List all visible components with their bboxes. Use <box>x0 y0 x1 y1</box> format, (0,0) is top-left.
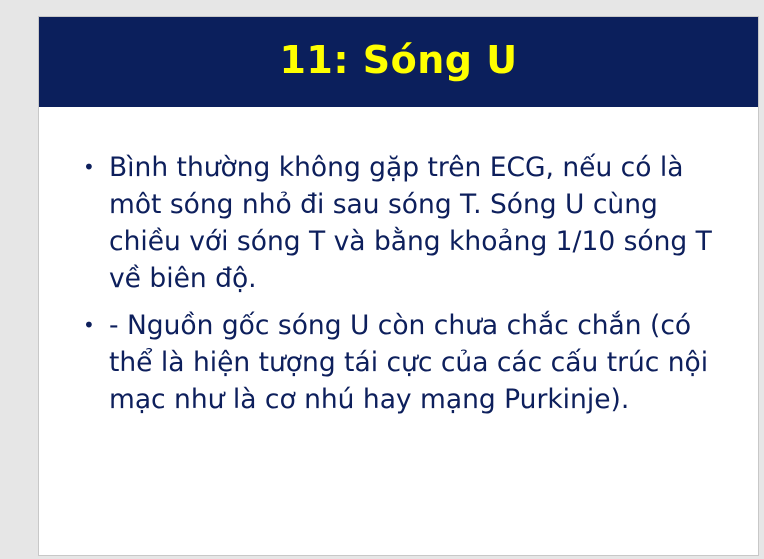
presentation-viewport: 11: Sóng U • Bình thường không gặp trên … <box>0 0 764 559</box>
slide-title-bar: 11: Sóng U <box>39 17 758 107</box>
bullet-icon: • <box>83 313 95 337</box>
bullet-item: • Bình thường không gặp trên ECG, nếu có… <box>81 149 721 297</box>
bullet-text: Bình thường không gặp trên ECG, nếu có l… <box>109 152 712 294</box>
slide[interactable]: 11: Sóng U • Bình thường không gặp trên … <box>38 16 759 556</box>
slide-title[interactable]: 11: Sóng U <box>279 38 517 82</box>
bullet-icon: • <box>83 155 95 179</box>
bullet-item: • - Nguồn gốc sóng U còn chưa chắc chắn … <box>81 307 721 418</box>
bullet-text: - Nguồn gốc sóng U còn chưa chắc chắn (c… <box>109 310 709 415</box>
slide-body[interactable]: • Bình thường không gặp trên ECG, nếu có… <box>81 149 721 428</box>
bullet-list: • Bình thường không gặp trên ECG, nếu có… <box>81 149 721 418</box>
